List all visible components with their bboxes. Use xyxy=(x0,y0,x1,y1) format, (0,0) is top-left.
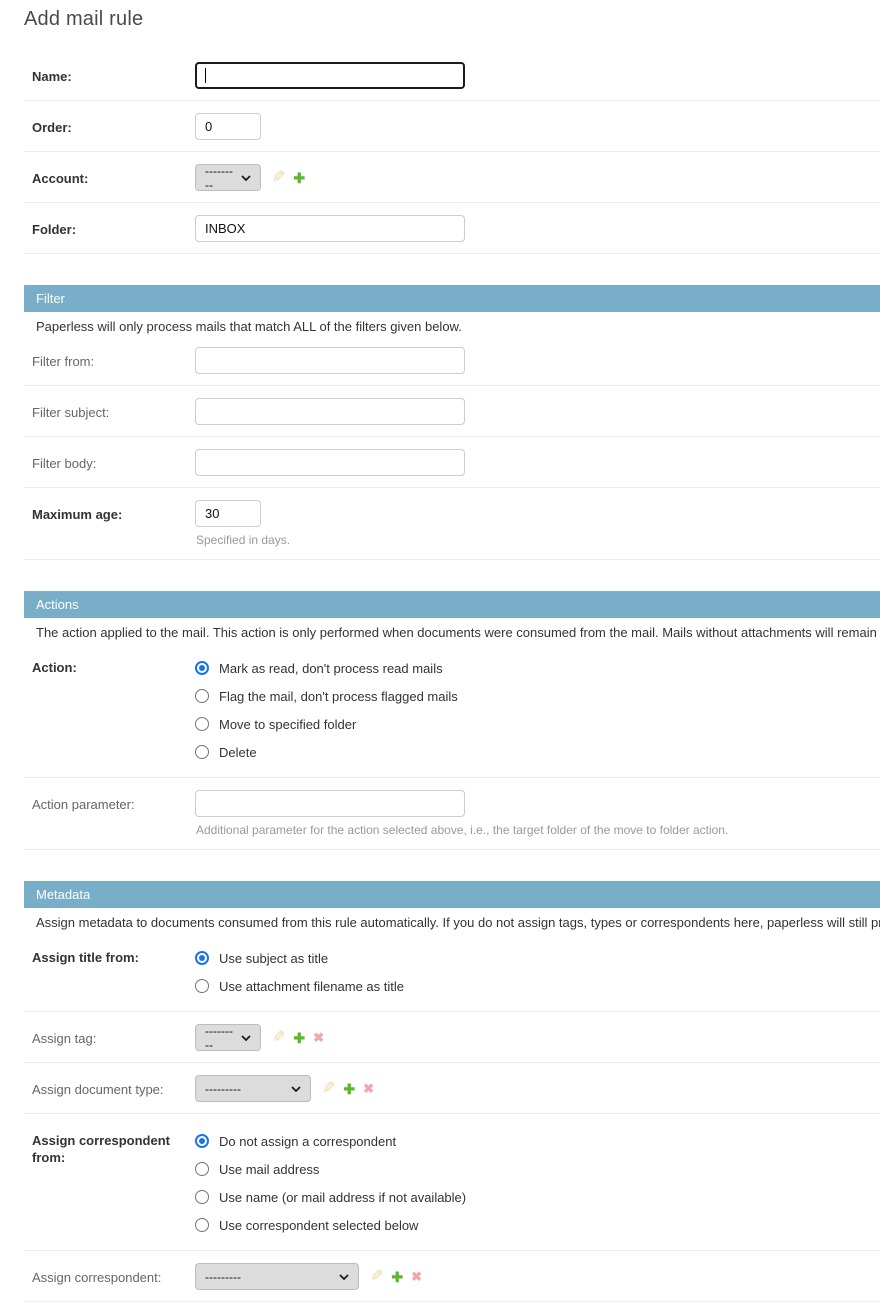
edit-related-icon[interactable]: ✎ xyxy=(272,1030,285,1046)
title-option-attachment-filename[interactable]: Use attachment filename as title xyxy=(195,972,404,1000)
action-parameter-row: Action parameter: Additional parameter f… xyxy=(24,778,880,850)
edit-related-icon[interactable]: ✎ xyxy=(322,1081,335,1097)
action-option-move-folder[interactable]: Move to specified folder xyxy=(195,710,458,738)
assign-correspondent-select-value: --------- xyxy=(205,1270,241,1284)
filter-body-label: Filter body: xyxy=(32,449,195,472)
metadata-section-description: Assign metadata to documents consumed fr… xyxy=(36,915,880,930)
add-related-icon[interactable]: ✚ xyxy=(391,1270,403,1284)
actions-section-description: The action applied to the mail. This act… xyxy=(36,625,880,640)
module-main: Name: Order: Account: --------- xyxy=(24,50,880,254)
account-select[interactable]: --------- xyxy=(195,164,261,191)
order-input[interactable] xyxy=(195,113,261,140)
chevron-down-icon xyxy=(291,1086,301,1092)
radio-unchecked-icon[interactable] xyxy=(195,979,209,993)
action-option-flag-mail[interactable]: Flag the mail, don't process flagged mai… xyxy=(195,682,458,710)
action-label: Action: xyxy=(32,653,195,676)
chevron-down-icon xyxy=(241,175,251,181)
filter-section-description: Paperless will only process mails that m… xyxy=(36,319,880,334)
name-input[interactable] xyxy=(195,62,465,89)
content: Add mail rule Name: Order: Account: ----… xyxy=(0,0,880,1302)
folder-row: Folder: xyxy=(24,203,880,254)
account-row: Account: --------- ✎ ✚ xyxy=(24,152,880,203)
action-option-mark-as-read[interactable]: Mark as read, don't process read mails xyxy=(195,654,458,682)
correspondent-option-name[interactable]: Use name (or mail address if not availab… xyxy=(195,1183,466,1211)
assign-title-from-row: Assign title from: Use subject as title … xyxy=(24,931,880,1012)
filter-subject-row: Filter subject: xyxy=(24,386,880,437)
correspondent-option-none[interactable]: Do not assign a correspondent xyxy=(195,1127,466,1155)
module-metadata: Metadata Assign metadata to documents co… xyxy=(24,881,880,1302)
filter-from-label: Filter from: xyxy=(32,347,195,370)
chevron-down-icon xyxy=(241,1035,251,1041)
action-option-delete[interactable]: Delete xyxy=(195,738,458,766)
radio-unchecked-icon[interactable] xyxy=(195,689,209,703)
assign-document-type-select-value: --------- xyxy=(205,1082,241,1096)
assign-tag-row: Assign tag: --------- ✎ ✚ ✖ xyxy=(24,1012,880,1063)
assign-correspondent-from-label: Assign correspondent from: xyxy=(32,1126,195,1166)
radio-unchecked-icon[interactable] xyxy=(195,745,209,759)
correspondent-option-mail-address[interactable]: Use mail address xyxy=(195,1155,466,1183)
assign-document-type-select[interactable]: --------- xyxy=(195,1075,311,1102)
folder-input[interactable] xyxy=(195,215,465,242)
radio-checked-icon[interactable] xyxy=(195,661,209,675)
assign-title-from-label: Assign title from: xyxy=(32,943,195,966)
add-related-icon[interactable]: ✚ xyxy=(293,1031,305,1045)
chevron-down-icon xyxy=(339,1274,349,1280)
assign-tag-select-value: --------- xyxy=(205,1024,235,1052)
order-label: Order: xyxy=(32,113,195,136)
maximum-age-label: Maximum age: xyxy=(32,500,195,523)
radio-unchecked-icon[interactable] xyxy=(195,1218,209,1232)
correspondent-option-selected-below[interactable]: Use correspondent selected below xyxy=(195,1211,466,1239)
module-filter: Filter Paperless will only process mails… xyxy=(24,285,880,560)
assign-document-type-label: Assign document type: xyxy=(32,1075,195,1098)
radio-checked-icon[interactable] xyxy=(195,1134,209,1148)
maximum-age-help: Specified in days. xyxy=(196,533,290,547)
delete-related-icon[interactable]: ✖ xyxy=(411,1270,422,1283)
assign-correspondent-label: Assign correspondent: xyxy=(32,1263,195,1286)
module-actions: Actions The action applied to the mail. … xyxy=(24,591,880,850)
folder-label: Folder: xyxy=(32,215,195,238)
edit-related-icon[interactable]: ✎ xyxy=(370,1269,383,1285)
name-label: Name: xyxy=(32,62,195,85)
delete-related-icon[interactable]: ✖ xyxy=(363,1082,374,1095)
title-option-subject[interactable]: Use subject as title xyxy=(195,944,404,972)
assign-correspondent-select[interactable]: --------- xyxy=(195,1263,359,1290)
name-row: Name: xyxy=(24,50,880,101)
order-row: Order: xyxy=(24,101,880,152)
action-parameter-label: Action parameter: xyxy=(32,790,195,813)
page-title: Add mail rule xyxy=(24,8,880,31)
actions-section-header: Actions xyxy=(24,591,880,618)
assign-tag-select[interactable]: --------- xyxy=(195,1024,261,1051)
maximum-age-row: Maximum age: Specified in days. xyxy=(24,488,880,560)
delete-related-icon[interactable]: ✖ xyxy=(313,1031,324,1044)
text-cursor xyxy=(205,68,206,83)
filter-subject-input[interactable] xyxy=(195,398,465,425)
metadata-section-header: Metadata xyxy=(24,881,880,908)
maximum-age-input[interactable] xyxy=(195,500,261,527)
assign-tag-label: Assign tag: xyxy=(32,1024,195,1047)
assign-correspondent-from-row: Assign correspondent from: Do not assign… xyxy=(24,1114,880,1251)
assign-correspondent-row: Assign correspondent: --------- ✎ ✚ ✖ xyxy=(24,1251,880,1302)
filter-from-input[interactable] xyxy=(195,347,465,374)
radio-unchecked-icon[interactable] xyxy=(195,717,209,731)
radio-unchecked-icon[interactable] xyxy=(195,1190,209,1204)
filter-section-header: Filter xyxy=(24,285,880,312)
filter-body-input[interactable] xyxy=(195,449,465,476)
edit-related-icon[interactable]: ✎ xyxy=(272,170,285,186)
filter-from-row: Filter from: xyxy=(24,335,880,386)
action-parameter-input[interactable] xyxy=(195,790,465,817)
action-row: Action: Mark as read, don't process read… xyxy=(24,641,880,778)
radio-unchecked-icon[interactable] xyxy=(195,1162,209,1176)
assign-document-type-row: Assign document type: --------- ✎ ✚ ✖ xyxy=(24,1063,880,1114)
account-label: Account: xyxy=(32,164,195,187)
action-parameter-help: Additional parameter for the action sele… xyxy=(196,823,728,837)
account-select-value: --------- xyxy=(205,164,235,192)
add-related-icon[interactable]: ✚ xyxy=(343,1082,355,1096)
radio-checked-icon[interactable] xyxy=(195,951,209,965)
filter-subject-label: Filter subject: xyxy=(32,398,195,421)
add-related-icon[interactable]: ✚ xyxy=(293,171,305,185)
filter-body-row: Filter body: xyxy=(24,437,880,488)
